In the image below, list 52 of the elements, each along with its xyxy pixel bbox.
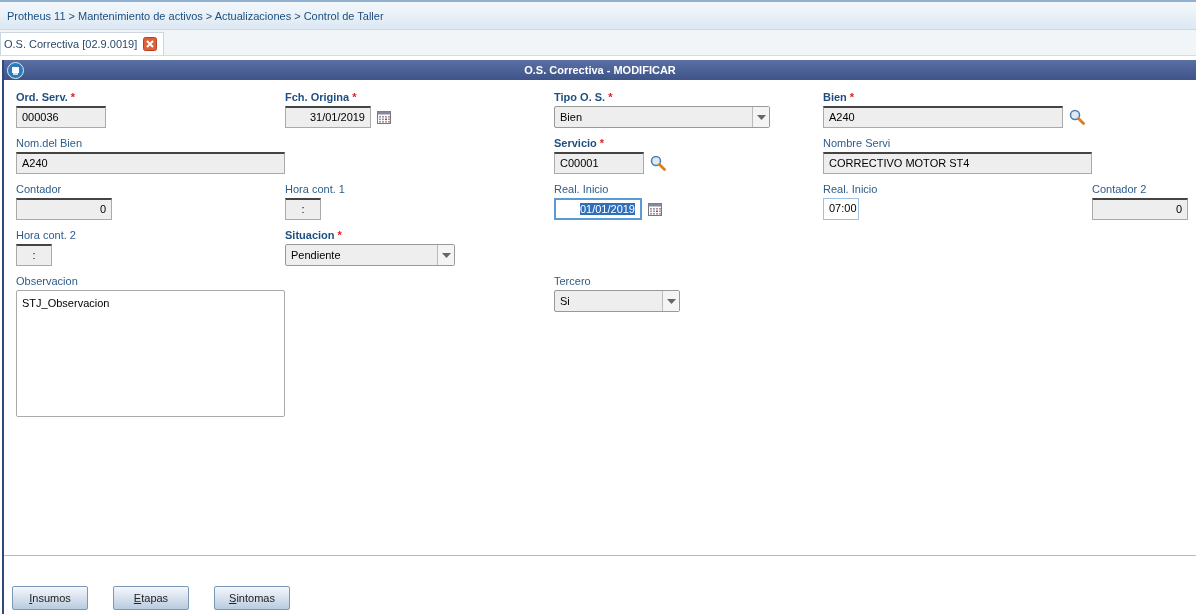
field-label: Real. Inicio (554, 183, 609, 195)
caret-icon (441, 252, 451, 258)
field-label: Contador (16, 183, 62, 195)
required-mark: * (70, 91, 76, 103)
action-button[interactable]: Sintomas (214, 586, 290, 610)
input-field[interactable]: CORRECTIVO MOTOR ST4 (823, 152, 1092, 174)
input-field[interactable]: A240 (823, 106, 1063, 128)
action-button[interactable]: Etapas (113, 586, 189, 610)
dialog-title: O.S. Correctiva - MODIFICAR (524, 64, 676, 76)
close-icon[interactable] (143, 37, 158, 51)
dropdown-field[interactable]: Pendiente (285, 244, 455, 266)
field-label: Observacion (16, 275, 78, 287)
memo-field[interactable]: STJ_Observacion (16, 290, 285, 417)
input-field[interactable]: 0 (16, 198, 112, 220)
input-field[interactable]: : (16, 244, 52, 266)
input-field[interactable]: 0 (1092, 198, 1188, 220)
field-label: Hora cont. 2 (16, 229, 76, 241)
dropdown-field[interactable]: Bien (554, 106, 770, 128)
input-field[interactable]: 07:00 (823, 198, 859, 220)
field-label: Nom.del Bien (16, 137, 83, 149)
calendar-icon[interactable] (648, 202, 662, 216)
input-field[interactable]: : (285, 198, 321, 220)
field-label: Nombre Servi (823, 137, 891, 149)
field-label: Situacion (285, 229, 335, 241)
field-label: Contador 2 (1092, 183, 1147, 195)
caret-icon (756, 114, 766, 120)
required-mark: * (849, 91, 855, 103)
input-field[interactable]: C00001 (554, 152, 644, 174)
field-label: Tipo O. S. (554, 91, 606, 103)
calendar-icon[interactable] (377, 110, 391, 124)
field-label: Real. Inicio (823, 183, 878, 195)
date-field[interactable]: 01/01/2019 (554, 198, 642, 220)
input-field[interactable]: A240 (16, 152, 285, 174)
required-mark: * (352, 91, 357, 103)
field-label: Fch. Origina (285, 91, 350, 103)
required-mark: * (337, 229, 342, 241)
caret-icon (666, 298, 676, 304)
action-button[interactable]: Insumos (12, 586, 88, 610)
field-label: Servicio (554, 137, 597, 149)
field-label: Tercero (554, 275, 591, 287)
dropdown-field[interactable]: Si (554, 290, 680, 312)
required-mark: * (599, 137, 605, 149)
field-label: Bien (823, 91, 847, 103)
search-icon[interactable] (650, 155, 666, 171)
required-mark: * (608, 91, 613, 103)
field-label: Hora cont. 1 (285, 183, 345, 195)
date-field[interactable]: 31/01/2019 (285, 106, 371, 128)
document-tab[interactable]: O.S. Correctiva [02.9.0019] (0, 32, 165, 55)
input-field[interactable]: 000036 (16, 106, 106, 128)
breadcrumb: Protheus 11 > Mantenimiento de activos > Actualizaciones > Control de Taller (7, 9, 384, 22)
field-label: Ord. Serv. (16, 91, 68, 103)
search-icon[interactable] (1069, 109, 1085, 125)
